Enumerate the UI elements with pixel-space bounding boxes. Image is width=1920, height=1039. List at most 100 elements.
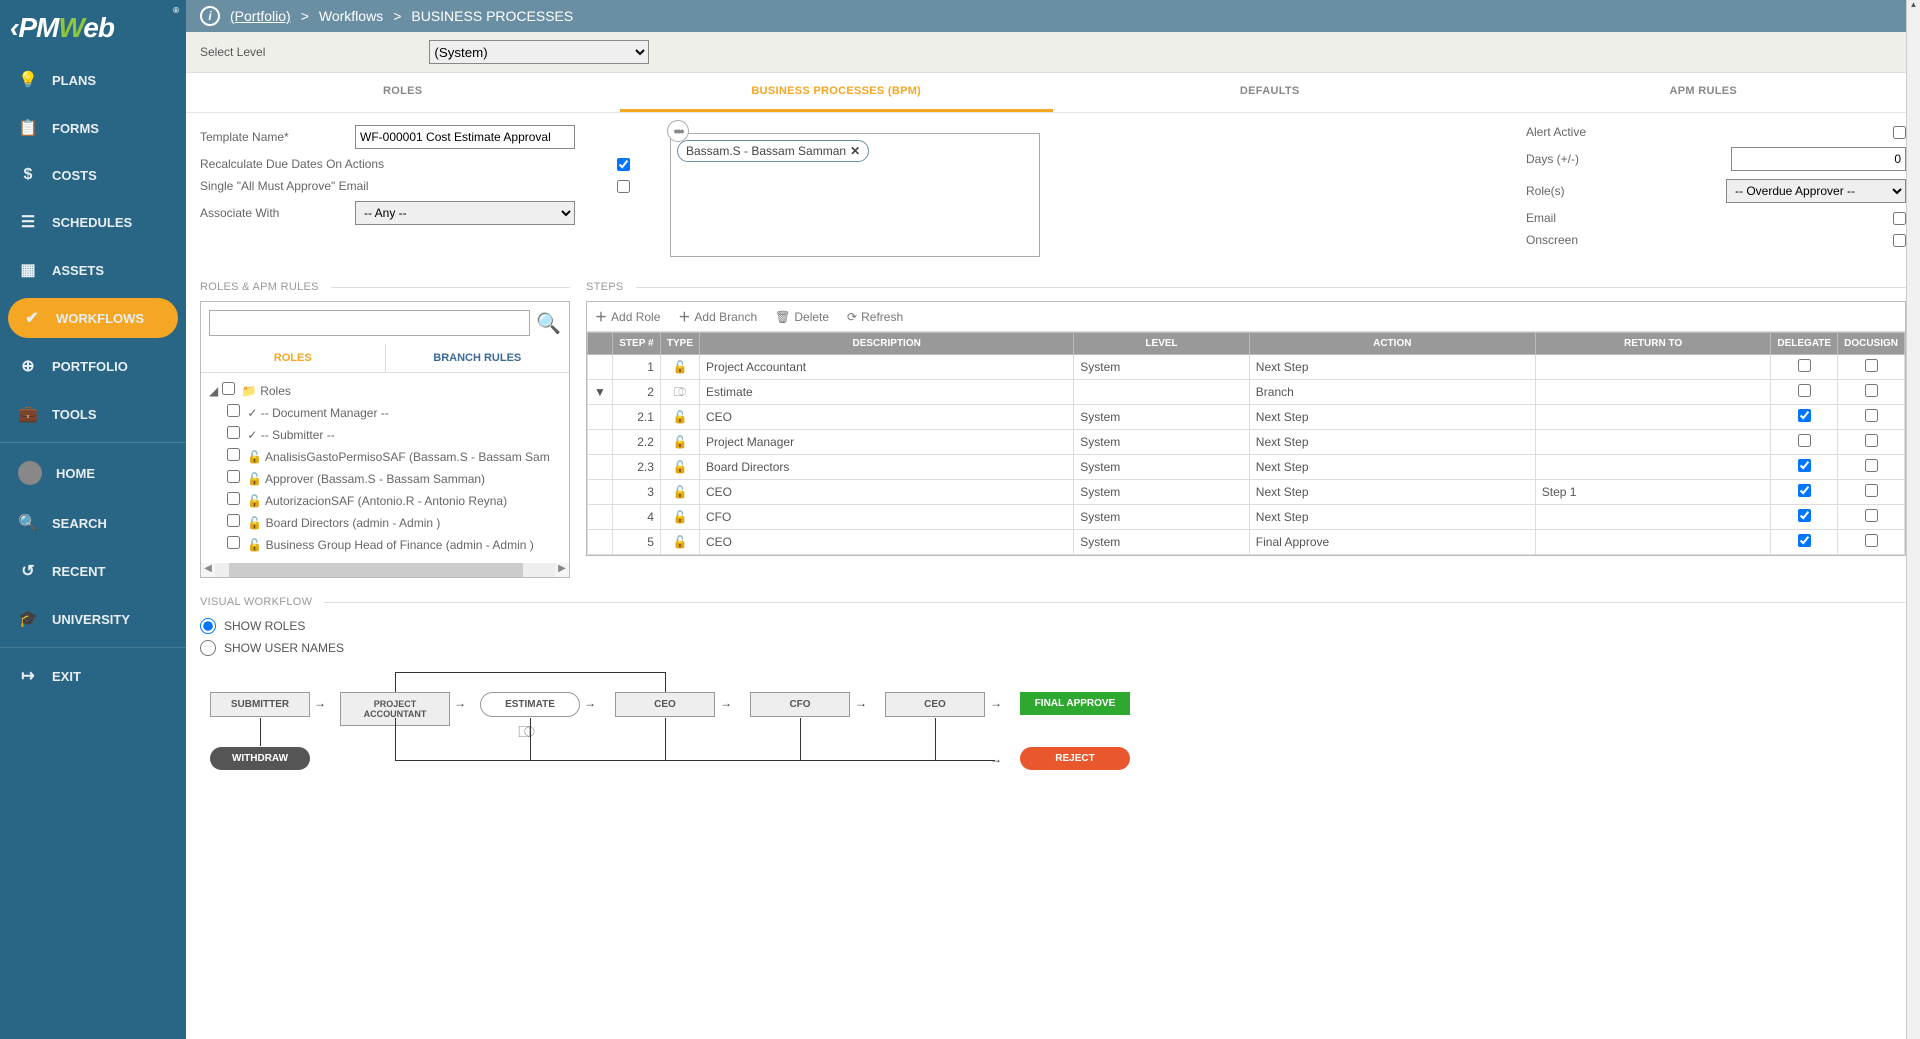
docusign-checkbox[interactable] (1865, 459, 1878, 472)
tree-item-label[interactable]: Business Group Head of Finance (admin - … (266, 538, 534, 552)
add-branch-button[interactable]: ＋Add Branch (678, 308, 757, 325)
inner-tab-branch[interactable]: BRANCH RULES (386, 344, 570, 372)
delegate-checkbox[interactable] (1798, 459, 1811, 472)
template-input[interactable] (355, 125, 575, 149)
nav-schedules[interactable]: ☰SCHEDULES (0, 198, 186, 246)
tab-defaults[interactable]: DEFAULTS (1053, 73, 1487, 112)
nav-home[interactable]: HOME (0, 447, 186, 499)
nav-recent[interactable]: ↺RECENT (0, 547, 186, 595)
tree-check[interactable] (227, 470, 240, 483)
nav-exit[interactable]: ↦EXIT (0, 652, 186, 700)
tree-check[interactable] (227, 492, 240, 505)
table-row[interactable]: 2.1🔓CEOSystemNext Step (588, 405, 1905, 430)
expand-icon[interactable]: ▼ (588, 380, 613, 405)
tree-item-label[interactable]: Approver (Bassam.S - Bassam Samman) (265, 472, 485, 486)
days-input[interactable] (1731, 147, 1906, 171)
roles-select[interactable]: -- Overdue Approver -- (1726, 179, 1906, 203)
docusign-checkbox[interactable] (1865, 359, 1878, 372)
table-row[interactable]: 3🔓CEOSystemNext StepStep 1 (588, 480, 1905, 505)
tree-item-label[interactable]: -- Submitter -- (261, 428, 335, 442)
roles-search-input[interactable] (209, 310, 530, 336)
node-cfo[interactable]: CFO (750, 692, 850, 717)
tag-remove-icon[interactable]: ✕ (850, 144, 860, 158)
docusign-checkbox[interactable] (1865, 484, 1878, 497)
table-row[interactable]: 4🔓CFOSystemNext Step (588, 505, 1905, 530)
nav-search[interactable]: 🔍SEARCH (0, 499, 186, 547)
nav-costs[interactable]: $COSTS (0, 152, 186, 198)
nav-tools[interactable]: 💼TOOLS (0, 390, 186, 438)
nav-university[interactable]: 🎓UNIVERSITY (0, 595, 186, 643)
tree-hscroll[interactable]: ◀▶ (201, 563, 569, 577)
cell-desc: Project Manager (700, 430, 1074, 455)
tree-item-label[interactable]: -- Document Manager -- (261, 406, 389, 420)
info-icon[interactable]: i (200, 6, 220, 26)
docusign-checkbox[interactable] (1865, 409, 1878, 422)
table-row[interactable]: ▼2⎄EstimateBranch (588, 380, 1905, 405)
node-reject[interactable]: REJECT (1020, 747, 1130, 770)
nav-plans[interactable]: 💡PLANS (0, 56, 186, 104)
inner-tab-roles[interactable]: ROLES (201, 344, 386, 372)
show-roles-radio[interactable] (200, 618, 216, 634)
node-estimate[interactable]: ESTIMATE (480, 692, 580, 717)
delegate-checkbox[interactable] (1798, 384, 1811, 397)
node-submitter[interactable]: SUBMITTER (210, 692, 310, 717)
show-users-radio[interactable] (200, 640, 216, 656)
delegate-checkbox[interactable] (1798, 359, 1811, 372)
tab-bpm[interactable]: BUSINESS PROCESSES (BPM) (620, 73, 1054, 112)
docusign-checkbox[interactable] (1865, 384, 1878, 397)
tags-box[interactable]: ••• Bassam.S - Bassam Samman✕ (670, 133, 1040, 257)
tab-roles[interactable]: ROLES (186, 73, 620, 112)
tree-check[interactable] (227, 536, 240, 549)
table-row[interactable]: 1🔓Project AccountantSystemNext Step (588, 355, 1905, 380)
roles-tree[interactable]: ◢ 📁 Roles ✓ -- Document Manager -- ✓ -- … (201, 373, 569, 563)
docusign-checkbox[interactable] (1865, 434, 1878, 447)
delete-button[interactable]: 🗑Delete (775, 308, 829, 325)
tree-check[interactable] (227, 514, 240, 527)
cell-return (1535, 455, 1771, 480)
alert-checkbox[interactable] (1893, 126, 1906, 139)
nav-workflows[interactable]: ✔WORKFLOWS (8, 298, 178, 338)
delegate-checkbox[interactable] (1798, 434, 1811, 447)
nav-portfolio[interactable]: ⊕PORTFOLIO (0, 342, 186, 390)
nav-forms[interactable]: 📋FORMS (0, 104, 186, 152)
single-checkbox[interactable] (617, 180, 630, 193)
table-row[interactable]: 2.3🔓Board DirectorsSystemNext Step (588, 455, 1905, 480)
node-final[interactable]: FINAL APPROVE (1020, 692, 1130, 715)
delegate-checkbox[interactable] (1798, 409, 1811, 422)
tree-check[interactable] (227, 448, 240, 461)
search-icon[interactable]: 🔍 (536, 311, 561, 336)
th-type: TYPE (660, 333, 699, 355)
add-role-button[interactable]: ＋Add Role (595, 308, 660, 325)
window-vscroll[interactable]: ▲ (1906, 0, 1920, 1039)
onscreen-checkbox[interactable] (1893, 234, 1906, 247)
node-withdraw[interactable]: WITHDRAW (210, 747, 310, 770)
delegate-checkbox[interactable] (1798, 509, 1811, 522)
docusign-checkbox[interactable] (1865, 534, 1878, 547)
breadcrumb-workflows[interactable]: Workflows (319, 8, 383, 24)
breadcrumb-root[interactable]: (Portfolio) (230, 8, 291, 24)
tree-collapse-icon[interactable]: ◢ (209, 384, 218, 398)
refresh-button[interactable]: ⟳Refresh (847, 308, 903, 325)
more-icon[interactable]: ••• (667, 120, 689, 142)
recalc-checkbox[interactable] (617, 158, 630, 171)
section-roles-title: ROLES & APM RULES (200, 281, 319, 293)
assoc-select[interactable]: -- Any -- (355, 201, 575, 225)
tree-item-label[interactable]: AutorizacionSAF (Antonio.R - Antonio Rey… (265, 494, 507, 508)
table-row[interactable]: 2.2🔓Project ManagerSystemNext Step (588, 430, 1905, 455)
node-ceo2[interactable]: CEO (885, 692, 985, 717)
delegate-checkbox[interactable] (1798, 534, 1811, 547)
table-row[interactable]: 5🔓CEOSystemFinal Approve (588, 530, 1905, 555)
docusign-checkbox[interactable] (1865, 509, 1878, 522)
tree-item-label[interactable]: Board Directors (admin - Admin ) (266, 516, 441, 530)
node-ceo1[interactable]: CEO (615, 692, 715, 717)
email-checkbox[interactable] (1893, 212, 1906, 225)
tree-check[interactable] (227, 404, 240, 417)
tree-item-label[interactable]: AnalisisGastoPermisoSAF (Bassam.S - Bass… (265, 450, 550, 464)
nav-assets[interactable]: ▦ASSETS (0, 246, 186, 294)
tree-check[interactable] (222, 382, 235, 395)
scroll-up-icon[interactable]: ▲ (1907, 0, 1920, 9)
level-select[interactable]: (System) (429, 40, 649, 64)
delegate-checkbox[interactable] (1798, 484, 1811, 497)
tree-check[interactable] (227, 426, 240, 439)
tab-apm[interactable]: APM RULES (1487, 73, 1920, 112)
